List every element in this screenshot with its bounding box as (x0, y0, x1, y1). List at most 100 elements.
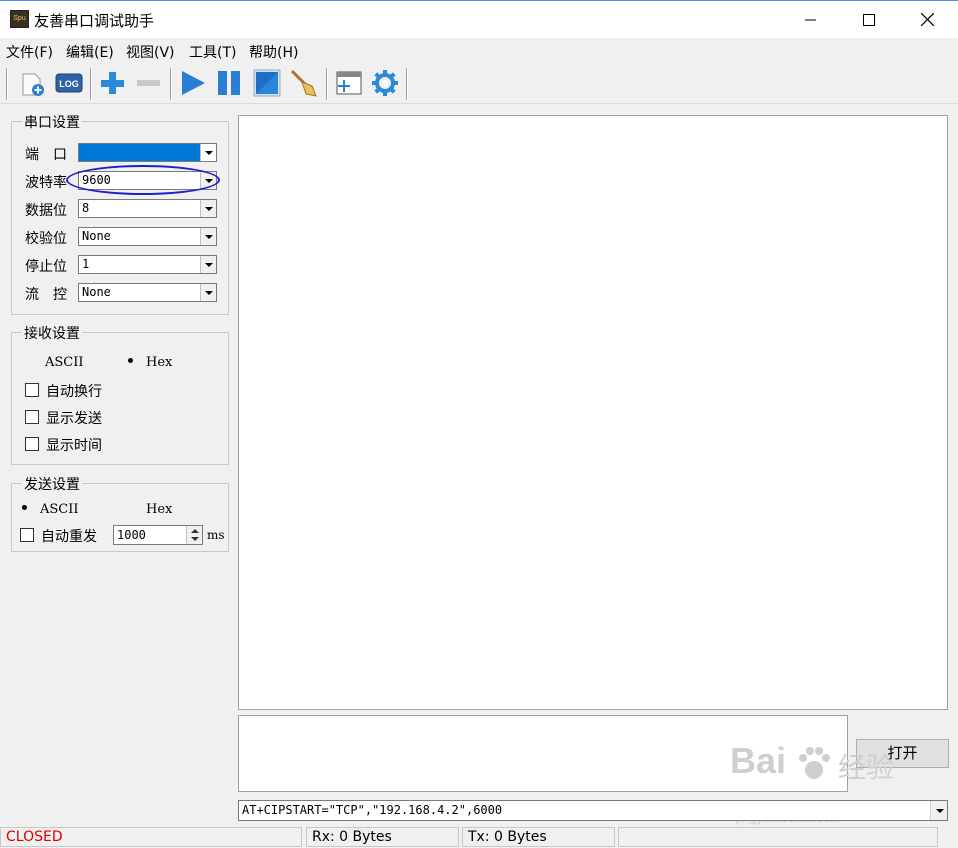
status-bar: CLOSED Rx: 0 Bytes Tx: 0 Bytes (0, 826, 958, 848)
title-bar: Spu 友善串口调试助手 (0, 0, 958, 38)
chevron-down-icon[interactable] (200, 256, 216, 273)
chevron-down-icon[interactable] (200, 144, 216, 161)
start-button[interactable] (176, 66, 210, 100)
add-button[interactable] (96, 66, 130, 100)
maximize-icon (863, 13, 875, 26)
connection-state: CLOSED (6, 829, 63, 845)
command-select[interactable]: AT+CIPSTART="TCP","192.168.4.2",6000 (238, 800, 948, 821)
receive-ascii-radio[interactable] (25, 355, 36, 366)
remove-button[interactable] (132, 66, 166, 100)
new-window-icon (336, 71, 362, 95)
flow-label: 流 控 (25, 287, 67, 303)
chevron-down-icon[interactable] (200, 284, 216, 301)
log-button[interactable]: LOG (52, 66, 86, 100)
chevron-down-icon[interactable] (930, 801, 947, 820)
log-icon: LOG (55, 73, 83, 93)
menu-help[interactable]: 帮助(H) (249, 42, 298, 62)
baud-select[interactable]: 9600 (78, 171, 217, 190)
pause-icon (218, 71, 240, 95)
port-select[interactable] (78, 143, 217, 162)
parity-value: None (82, 229, 111, 243)
stopbits-select[interactable]: 1 (78, 255, 217, 274)
parity-select[interactable]: None (78, 227, 217, 246)
menu-view[interactable]: 视图(V) (126, 42, 175, 62)
new-file-button[interactable] (16, 66, 50, 100)
maximize-button[interactable] (840, 1, 898, 38)
flow-value: None (82, 285, 111, 299)
interval-unit: ms (207, 528, 225, 542)
chevron-down-icon[interactable] (200, 172, 216, 189)
receive-textarea[interactable] (238, 115, 948, 710)
close-button[interactable] (898, 1, 956, 38)
menu-tools[interactable]: 工具(T) (189, 42, 236, 62)
open-button[interactable]: 打开 (856, 739, 949, 768)
receive-hex-label: Hex (146, 355, 173, 370)
clear-button[interactable] (286, 66, 320, 100)
close-icon (920, 13, 934, 26)
chevron-down-icon[interactable] (200, 200, 216, 217)
add-icon (101, 72, 124, 94)
send-hex-label: Hex (146, 502, 173, 517)
stopbits-value: 1 (82, 257, 90, 271)
stopbits-label: 停止位 (25, 259, 67, 275)
send-ascii-radio[interactable] (19, 502, 30, 513)
send-ascii-label: ASCII (40, 502, 79, 517)
status-tx: Tx: 0 Bytes (462, 827, 615, 847)
toolbar: LOG (0, 62, 958, 104)
flow-select[interactable]: None (78, 283, 217, 302)
send-textarea[interactable] (238, 715, 848, 792)
auto-newline-label: 自动换行 (46, 384, 102, 400)
spin-updown[interactable] (186, 526, 202, 544)
auto-resend-checkbox[interactable] (20, 528, 34, 542)
send-hex-radio[interactable] (124, 502, 135, 513)
toolbar-separator (406, 68, 408, 100)
serial-settings-group: 串口设置 端 口 波特率 9600 数据位 8 校验位 None 停止位 1 流… (11, 112, 229, 315)
status-state: CLOSED (0, 827, 302, 847)
show-time-checkbox[interactable] (25, 437, 39, 451)
settings-button[interactable] (368, 66, 402, 100)
send-settings-group: 发送设置 ASCII Hex 自动重发 1000 ms (11, 474, 229, 552)
resend-interval-input[interactable]: 1000 (113, 525, 203, 545)
chevron-down-icon[interactable] (200, 228, 216, 245)
toolbar-separator (326, 68, 328, 100)
menu-bar: 文件(F) 编辑(E) 视图(V) 工具(T) 帮助(H) (0, 38, 958, 62)
baud-value: 9600 (82, 173, 111, 187)
receive-ascii-label: ASCII (45, 355, 84, 370)
spin-up-icon[interactable] (191, 529, 199, 533)
serial-settings-title: 串口设置 (22, 112, 82, 132)
new-window-button[interactable] (332, 66, 366, 100)
send-settings-title: 发送设置 (22, 474, 82, 494)
show-send-label: 显示发送 (46, 411, 102, 427)
baud-label: 波特率 (25, 175, 67, 191)
databits-label: 数据位 (25, 203, 67, 219)
minimize-button[interactable] (782, 1, 840, 38)
toolbar-separator (90, 68, 92, 100)
auto-newline-checkbox[interactable] (25, 383, 39, 397)
receive-hex-radio[interactable] (125, 355, 136, 366)
show-send-checkbox[interactable] (25, 410, 39, 424)
status-extra (618, 827, 938, 847)
command-value: AT+CIPSTART="TCP","192.168.4.2",6000 (242, 803, 503, 817)
svg-text:LOG: LOG (59, 79, 79, 89)
toolbar-separator (6, 68, 8, 100)
menu-file[interactable]: 文件(F) (6, 42, 53, 62)
receive-settings-group: 接收设置 ASCII Hex 自动换行 显示发送 显示时间 (11, 323, 229, 465)
clear-broom-icon (290, 69, 317, 97)
pause-button[interactable] (212, 66, 246, 100)
parity-label: 校验位 (25, 231, 67, 247)
spin-down-icon[interactable] (191, 537, 199, 541)
menu-edit[interactable]: 编辑(E) (66, 42, 114, 62)
stop-icon (253, 69, 281, 97)
window-title: 友善串口调试助手 (34, 12, 155, 30)
remove-icon (137, 80, 160, 86)
minimize-icon (805, 19, 816, 20)
receive-settings-title: 接收设置 (22, 323, 82, 343)
resend-interval-value: 1000 (117, 528, 146, 542)
databits-select[interactable]: 8 (78, 199, 217, 218)
app-icon: Spu (10, 10, 29, 28)
databits-value: 8 (82, 201, 90, 215)
stop-button[interactable] (250, 66, 284, 100)
status-rx: Rx: 0 Bytes (306, 827, 459, 847)
port-label: 端 口 (25, 147, 67, 163)
settings-gear-icon (372, 70, 398, 96)
